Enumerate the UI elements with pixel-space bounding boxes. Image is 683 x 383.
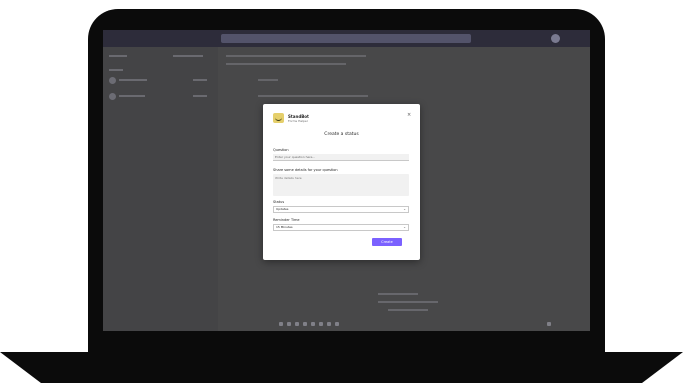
attach-icon[interactable] — [287, 322, 291, 326]
list-item[interactable] — [119, 79, 147, 81]
chevron-down-icon: ⌄ — [403, 225, 406, 229]
chat-header-line — [226, 63, 346, 65]
avatar — [109, 93, 116, 100]
sidebar-section-line — [109, 69, 123, 71]
reminder-label: Reminder Time — [273, 218, 300, 222]
app-logo-icon — [273, 113, 284, 123]
list-item — [193, 95, 207, 97]
close-icon[interactable]: × — [407, 113, 411, 118]
list-item[interactable] — [119, 95, 145, 97]
question-label: Question — [273, 148, 289, 152]
message-line — [378, 293, 418, 295]
question-input[interactable]: Enter your question here... — [273, 154, 409, 161]
gif-icon[interactable] — [303, 322, 307, 326]
app-subtitle: Forms Helper — [288, 119, 308, 123]
send-icon[interactable] — [547, 322, 551, 326]
avatar[interactable] — [551, 34, 560, 43]
chevron-down-icon: ⌄ — [403, 207, 406, 211]
create-button[interactable]: Create — [372, 238, 402, 246]
laptop-base — [0, 352, 683, 383]
dialog-title: Create a status — [324, 132, 359, 137]
format-icon[interactable] — [279, 322, 283, 326]
sidebar-header-line — [109, 55, 127, 57]
sidebar-header-line — [173, 55, 203, 57]
details-textarea[interactable]: Write details here — [273, 174, 409, 196]
message-line — [258, 95, 368, 97]
app-icon[interactable] — [327, 322, 331, 326]
message-line — [388, 309, 428, 311]
avatar — [109, 77, 116, 84]
reminder-select[interactable]: 15 Minutes ⌄ — [273, 224, 409, 231]
message-line — [258, 79, 278, 81]
emoji-icon[interactable] — [295, 322, 299, 326]
reminder-select-value: 15 Minutes — [276, 225, 293, 229]
app-topbar — [103, 30, 590, 47]
sticker-icon[interactable] — [311, 322, 315, 326]
status-label: Status — [273, 200, 285, 204]
chat-sidebar — [103, 47, 219, 331]
list-item — [193, 79, 207, 81]
status-select[interactable]: Updates ⌄ — [273, 206, 409, 213]
status-select-value: Updates — [276, 207, 289, 211]
meet-icon[interactable] — [319, 322, 323, 326]
chat-header-line — [226, 55, 366, 57]
create-status-dialog: StandBot Forms Helper × Create a status … — [263, 104, 420, 260]
more-icon[interactable] — [335, 322, 339, 326]
search-input[interactable] — [221, 34, 471, 43]
message-line — [378, 301, 438, 303]
details-label: Share some details for your question — [273, 168, 338, 172]
